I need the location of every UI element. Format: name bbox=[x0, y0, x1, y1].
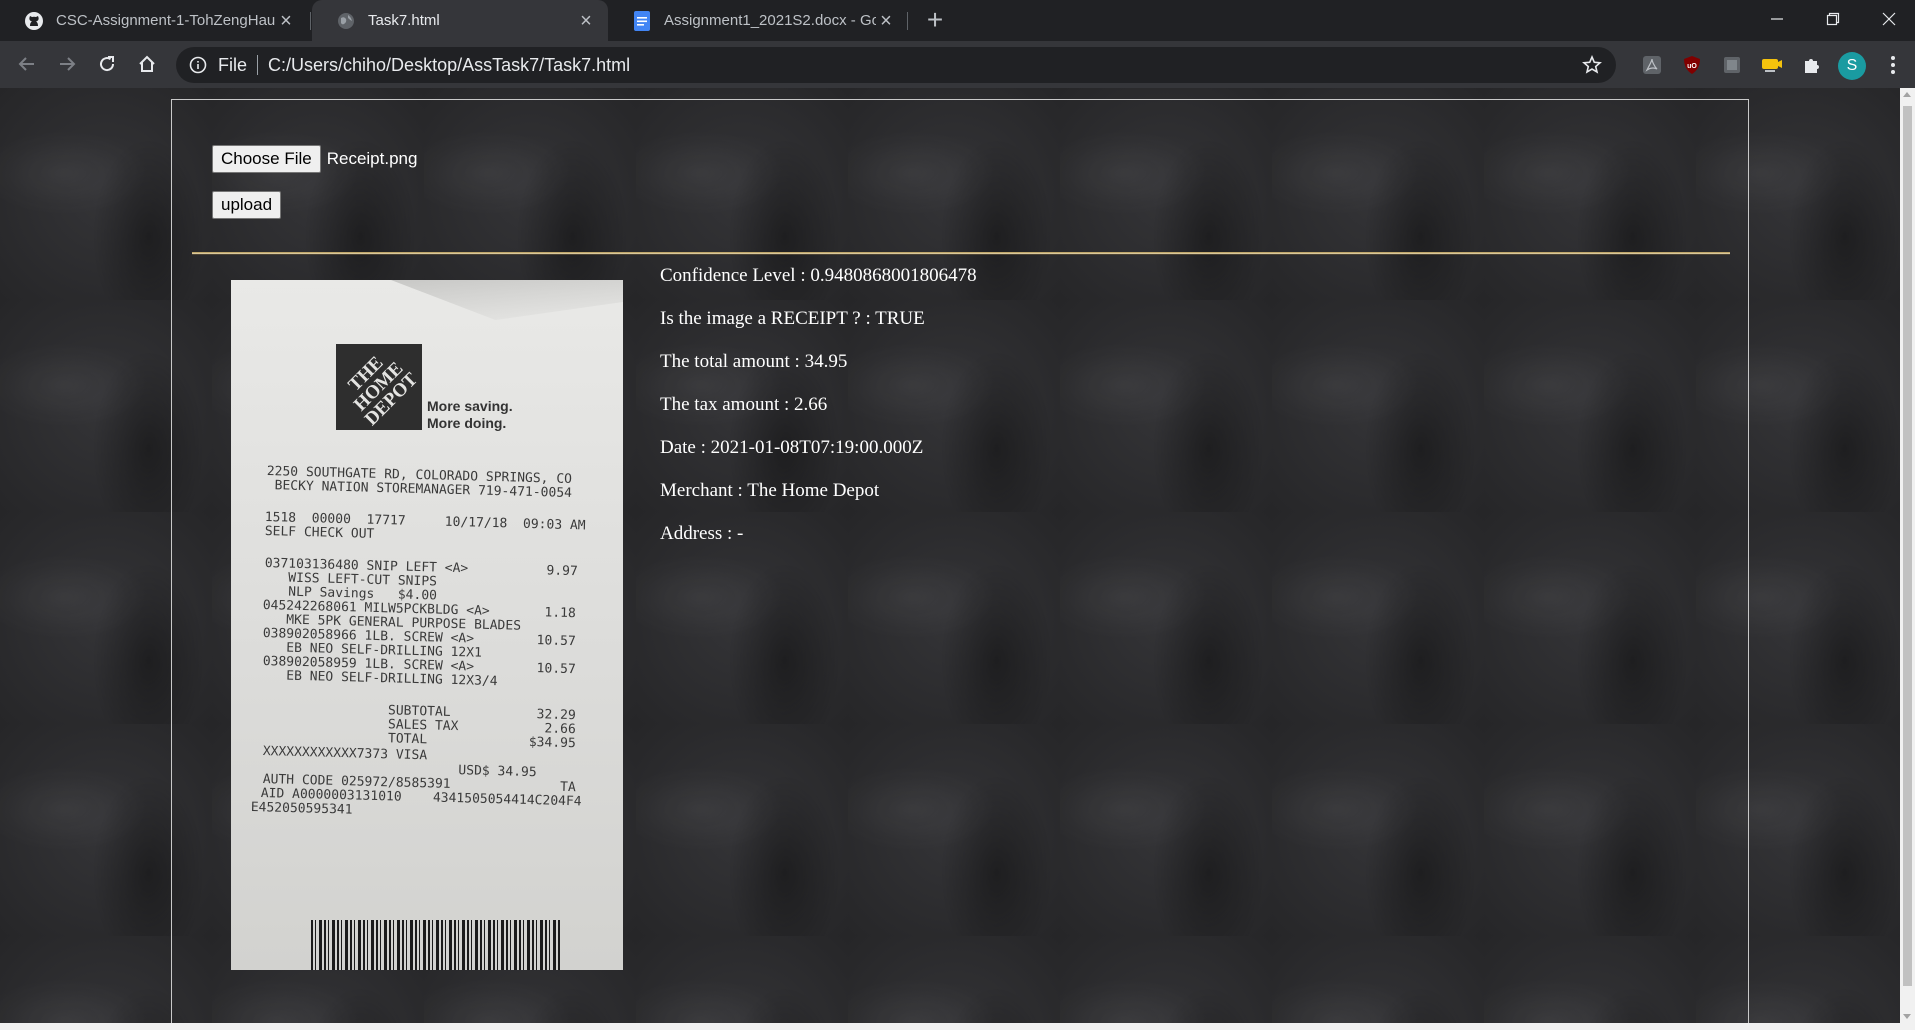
vertical-scrollbar[interactable] bbox=[1900, 88, 1915, 1023]
arrow-left-icon bbox=[18, 57, 34, 71]
close-icon[interactable]: × bbox=[276, 11, 296, 31]
scroll-down-arrow-icon[interactable] bbox=[1903, 1014, 1911, 1019]
info-icon[interactable] bbox=[188, 55, 208, 75]
new-tab-button[interactable]: + bbox=[920, 6, 950, 36]
horizontal-rule bbox=[192, 252, 1730, 255]
tab-task7[interactable]: Task7.html × bbox=[312, 0, 608, 41]
page-viewport: Choose File Receipt.png upload THE HOME … bbox=[0, 88, 1900, 1023]
analysis-results: Confidence Level : 0.9480868001806478 Is… bbox=[660, 265, 977, 566]
slogan-line: More saving. bbox=[427, 398, 513, 414]
upload-button[interactable]: upload bbox=[212, 191, 282, 219]
slogan-line: More doing. bbox=[427, 415, 507, 431]
receipt-image: THE HOME DEPOT More saving. More doing. … bbox=[231, 280, 623, 970]
logo-text: THE HOME DEPOT bbox=[344, 352, 422, 430]
choose-file-button[interactable]: Choose File bbox=[212, 145, 321, 173]
minimize-icon bbox=[1771, 18, 1783, 20]
browser-toolbar: File C:/Users/chiho/Desktop/AssTask7/Tas… bbox=[0, 41, 1915, 88]
selected-file-name: Receipt.png bbox=[326, 149, 418, 168]
receipt-fold-shadow bbox=[391, 280, 623, 320]
file-input-row: Choose File Receipt.png bbox=[212, 145, 417, 173]
close-icon[interactable]: × bbox=[876, 11, 896, 31]
tab-separator bbox=[310, 12, 311, 30]
receipt-line: E452050595341 bbox=[250, 800, 353, 818]
tab-github[interactable]: CSC-Assignment-1-TohZengHau × bbox=[0, 0, 308, 41]
home-button[interactable] bbox=[130, 47, 164, 81]
google-docs-icon bbox=[632, 10, 652, 31]
total-amount-text: The total amount : 34.95 bbox=[660, 351, 848, 372]
is-receipt-text: Is the image a RECEIPT ? : TRUE bbox=[660, 308, 925, 329]
menu-kebab-icon[interactable] bbox=[1882, 54, 1904, 76]
url-divider bbox=[257, 55, 259, 75]
horizontal-scrollbar[interactable] bbox=[0, 1023, 1915, 1030]
extension-icon[interactable] bbox=[1721, 54, 1743, 76]
tab-title: Task7.html bbox=[368, 12, 440, 29]
window-close-button[interactable] bbox=[1864, 0, 1914, 38]
star-icon[interactable] bbox=[1582, 54, 1602, 75]
address-bar[interactable]: File C:/Users/chiho/Desktop/AssTask7/Tas… bbox=[176, 47, 1616, 83]
ublock-extension-icon[interactable]: uO bbox=[1681, 54, 1703, 76]
date-text: Date : 2021-01-08T07:19:00.000Z bbox=[660, 437, 924, 458]
back-button[interactable] bbox=[10, 47, 44, 81]
tax-amount-text: The tax amount : 2.66 bbox=[660, 394, 828, 415]
scrollbar-thumb[interactable] bbox=[1903, 106, 1912, 986]
acrobat-extension-icon[interactable] bbox=[1641, 54, 1663, 76]
github-icon bbox=[24, 11, 44, 31]
reload-button[interactable] bbox=[90, 47, 124, 81]
profile-avatar[interactable]: S bbox=[1838, 52, 1866, 80]
puzzle-extensions-icon[interactable] bbox=[1801, 54, 1823, 76]
close-icon bbox=[1882, 12, 1896, 26]
close-icon[interactable]: × bbox=[576, 11, 596, 31]
confidence-level-text: Confidence Level : 0.9480868001806478 bbox=[660, 265, 977, 286]
scroll-up-arrow-icon[interactable] bbox=[1903, 92, 1911, 97]
home-icon bbox=[139, 55, 155, 72]
merchant-text: Merchant : The Home Depot bbox=[660, 480, 880, 501]
upload-row: upload bbox=[212, 191, 282, 219]
tab-google-docs[interactable]: Assignment1_2021S2.docx - Goo × bbox=[608, 0, 908, 41]
globe-icon bbox=[336, 11, 356, 31]
browser-tab-strip: CSC-Assignment-1-TohZengHau × Task7.html… bbox=[0, 0, 1915, 41]
restore-icon bbox=[1826, 12, 1840, 26]
restore-button[interactable] bbox=[1808, 0, 1858, 38]
receipt-barcode bbox=[311, 920, 561, 970]
reload-icon bbox=[100, 56, 115, 72]
address-text: Address : - bbox=[660, 523, 744, 544]
url-scheme: File bbox=[218, 54, 248, 75]
url-text[interactable]: C:/Users/chiho/Desktop/AssTask7/Task7.ht… bbox=[268, 55, 630, 76]
arrow-right-icon bbox=[60, 57, 76, 71]
svg-text:uO: uO bbox=[1687, 63, 1697, 70]
tab-separator bbox=[907, 12, 908, 30]
tab-title: Assignment1_2021S2.docx - Goo bbox=[664, 12, 876, 29]
receipt-line: SELF CHECK OUT bbox=[264, 524, 375, 542]
logo-slogan: More saving. More doing. bbox=[427, 398, 513, 432]
home-depot-logo: THE HOME DEPOT bbox=[336, 344, 422, 430]
forward-button[interactable] bbox=[50, 47, 84, 81]
tab-title: CSC-Assignment-1-TohZengHau bbox=[56, 12, 276, 29]
highlighter-extension-icon[interactable] bbox=[1761, 54, 1783, 76]
content-panel: Choose File Receipt.png upload THE HOME … bbox=[171, 99, 1749, 1023]
minimize-button[interactable] bbox=[1752, 0, 1802, 38]
